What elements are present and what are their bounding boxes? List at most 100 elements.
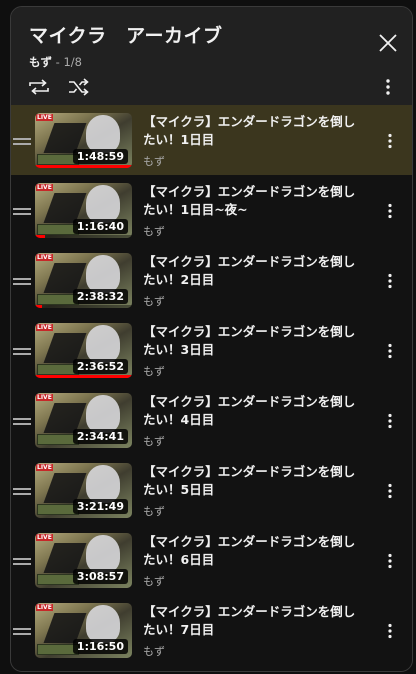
video-owner: もず <box>143 155 165 168</box>
playlist-item[interactable]: LIVE 1:16:50 【マイクラ】エンダードラゴンを倒したい！7日目 もず <box>11 595 412 665</box>
playlist-item[interactable]: LIVE 3:08:57 【マイクラ】エンダードラゴンを倒したい！6日目 もず <box>11 525 412 595</box>
video-duration: 2:38:32 <box>72 289 128 304</box>
more-vert-icon <box>388 273 392 289</box>
drag-handle-icon[interactable] <box>13 558 31 566</box>
thumbnail-art: LIVE <box>36 464 53 471</box>
more-vert-icon <box>388 133 392 149</box>
drag-handle-icon[interactable] <box>13 208 31 216</box>
item-menu-button[interactable] <box>386 343 394 359</box>
video-title[interactable]: 【マイクラ】エンダードラゴンを倒したい！3日目 <box>143 323 363 359</box>
thumbnail-art <box>86 535 120 573</box>
video-duration: 2:36:52 <box>72 359 128 374</box>
close-button[interactable] <box>376 31 400 55</box>
playlist-subtitle: もず - 1/8 <box>29 54 82 70</box>
watch-progress-bar <box>35 375 132 378</box>
more-vert-icon <box>388 553 392 569</box>
watch-progress-track <box>35 235 132 238</box>
thumbnail-art: LIVE <box>36 324 53 331</box>
close-icon <box>379 34 397 52</box>
thumbnail-art <box>86 465 120 503</box>
video-duration: 1:16:40 <box>72 219 128 234</box>
thumbnail-art: LIVE <box>36 184 53 191</box>
video-thumbnail[interactable]: LIVE 3:08:57 <box>35 533 132 588</box>
video-title[interactable]: 【マイクラ】エンダードラゴンを倒したい！1日目~夜~ <box>143 183 363 219</box>
drag-handle-icon[interactable] <box>13 278 31 286</box>
drag-handle-icon[interactable] <box>13 138 31 146</box>
more-vert-icon <box>388 483 392 499</box>
video-title[interactable]: 【マイクラ】エンダードラゴンを倒したい！7日目 <box>143 603 363 639</box>
thumbnail-art <box>86 395 120 433</box>
item-menu-button[interactable] <box>386 623 394 639</box>
thumbnail-art: LIVE <box>36 114 53 121</box>
video-owner: もず <box>143 435 165 448</box>
video-thumbnail[interactable]: LIVE 1:16:50 <box>35 603 132 658</box>
playlist-item[interactable]: LIVE 1:48:59 【マイクラ】エンダードラゴンを倒したい！1日目 もず <box>11 105 412 175</box>
thumbnail-art <box>86 325 120 363</box>
more-vert-icon <box>386 79 390 95</box>
drag-handle-icon[interactable] <box>13 418 31 426</box>
item-menu-button[interactable] <box>386 273 394 289</box>
watch-progress-track <box>35 165 132 168</box>
video-thumbnail[interactable]: LIVE 2:34:41 <box>35 393 132 448</box>
video-owner: もず <box>143 295 165 308</box>
drag-handle-icon[interactable] <box>13 348 31 356</box>
loop-icon <box>29 79 49 95</box>
item-menu-button[interactable] <box>386 553 394 569</box>
video-owner: もず <box>143 365 165 378</box>
playlist-owner[interactable]: もず <box>29 55 52 69</box>
video-duration: 1:16:50 <box>72 639 128 654</box>
video-owner: もず <box>143 575 165 588</box>
playlist-menu-button[interactable] <box>378 77 398 97</box>
playlist-items: LIVE 1:48:59 【マイクラ】エンダードラゴンを倒したい！1日目 もず … <box>11 105 412 671</box>
item-menu-button[interactable] <box>386 483 394 499</box>
video-owner: もず <box>143 505 165 518</box>
playlist-position: - 1/8 <box>52 55 82 69</box>
shuffle-button[interactable] <box>67 77 91 97</box>
video-duration: 3:21:49 <box>72 499 128 514</box>
watch-progress-track <box>35 375 132 378</box>
video-thumbnail[interactable]: LIVE 3:21:49 <box>35 463 132 518</box>
playlist-item[interactable]: LIVE 2:38:32 【マイクラ】エンダードラゴンを倒したい！2日目 もず <box>11 245 412 315</box>
thumbnail-art: LIVE <box>36 604 53 611</box>
thumbnail-art <box>86 255 120 293</box>
video-thumbnail[interactable]: LIVE 1:16:40 <box>35 183 132 238</box>
video-duration: 2:34:41 <box>72 429 128 444</box>
video-thumbnail[interactable]: LIVE 2:38:32 <box>35 253 132 308</box>
drag-handle-icon[interactable] <box>13 628 31 636</box>
playlist-item[interactable]: LIVE 1:16:40 【マイクラ】エンダードラゴンを倒したい！1日目~夜~ … <box>11 175 412 245</box>
item-menu-button[interactable] <box>386 413 394 429</box>
item-menu-button[interactable] <box>386 133 394 149</box>
more-vert-icon <box>388 343 392 359</box>
watch-progress-bar <box>35 165 132 168</box>
thumbnail-art: LIVE <box>36 254 53 261</box>
playlist-header: マイクラ アーカイブ もず - 1/8 <box>11 7 412 105</box>
video-owner: もず <box>143 225 165 238</box>
thumbnail-art <box>86 605 120 643</box>
thumbnail-art <box>86 185 120 223</box>
video-title[interactable]: 【マイクラ】エンダードラゴンを倒したい！1日目 <box>143 113 363 149</box>
video-duration: 1:48:59 <box>72 149 128 164</box>
video-title[interactable]: 【マイクラ】エンダードラゴンを倒したい！5日目 <box>143 463 363 499</box>
more-vert-icon <box>388 623 392 639</box>
video-thumbnail[interactable]: LIVE 1:48:59 <box>35 113 132 168</box>
video-title[interactable]: 【マイクラ】エンダードラゴンを倒したい！4日目 <box>143 393 363 429</box>
more-vert-icon <box>388 413 392 429</box>
video-thumbnail[interactable]: LIVE 2:36:52 <box>35 323 132 378</box>
thumbnail-art: LIVE <box>36 394 53 401</box>
item-menu-button[interactable] <box>386 203 394 219</box>
video-owner: もず <box>143 645 165 658</box>
thumbnail-art: LIVE <box>36 534 53 541</box>
more-vert-icon <box>388 203 392 219</box>
playlist-item[interactable]: LIVE 2:36:52 【マイクラ】エンダードラゴンを倒したい！3日目 もず <box>11 315 412 385</box>
playlist-item[interactable]: LIVE 3:21:49 【マイクラ】エンダードラゴンを倒したい！5日目 もず <box>11 455 412 525</box>
video-title[interactable]: 【マイクラ】エンダードラゴンを倒したい！6日目 <box>143 533 363 569</box>
video-title[interactable]: 【マイクラ】エンダードラゴンを倒したい！2日目 <box>143 253 363 289</box>
video-duration: 3:08:57 <box>72 569 128 584</box>
loop-button[interactable] <box>27 77 51 97</box>
playlist-item[interactable]: LIVE 2:34:41 【マイクラ】エンダードラゴンを倒したい！4日目 もず <box>11 385 412 455</box>
playlist-title: マイクラ アーカイブ <box>29 25 223 47</box>
watch-progress-bar <box>35 235 45 238</box>
watch-progress-track <box>35 305 132 308</box>
playlist-panel: マイクラ アーカイブ もず - 1/8 LIVE 1:48:59 【マイクラ】エ… <box>10 6 413 672</box>
drag-handle-icon[interactable] <box>13 488 31 496</box>
